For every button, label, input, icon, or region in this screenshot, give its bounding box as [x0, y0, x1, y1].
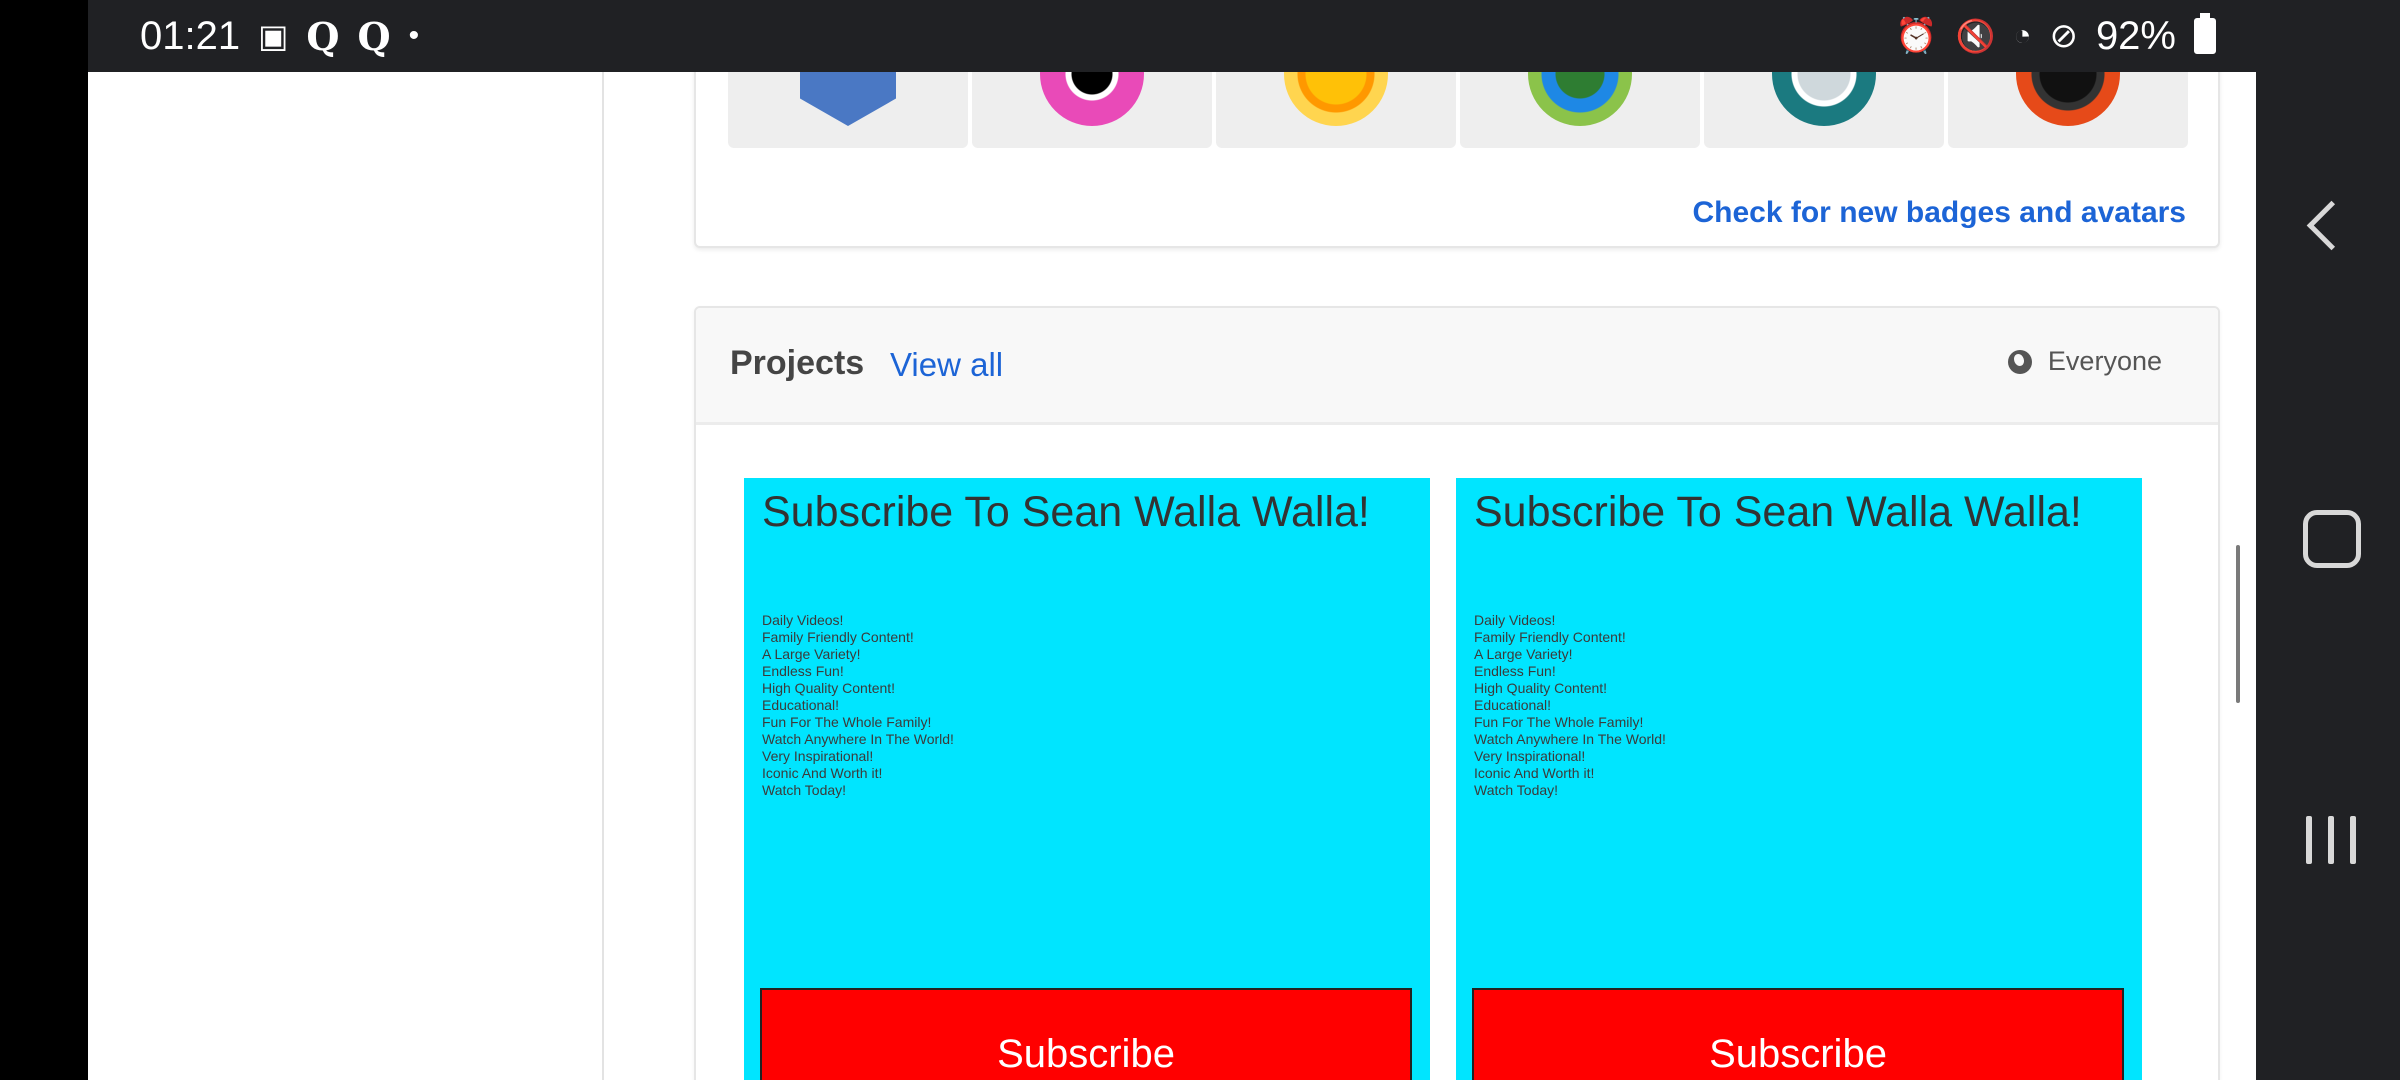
battery-percent: 92% — [2095, 13, 2176, 58]
project-thumbnail[interactable]: Subscribe To Sean Walla Walla! Daily Vid… — [744, 478, 1430, 1080]
projects-title: Projects — [730, 344, 865, 382]
globe-icon — [2007, 349, 2032, 374]
sun-badge-icon — [1284, 72, 1388, 126]
subscribe-button[interactable]: Subscribe — [1472, 988, 2124, 1080]
shield-badge-icon — [800, 72, 896, 126]
subscribe-button[interactable]: Subscribe — [760, 988, 1412, 1080]
sidebar — [88, 72, 604, 1080]
ring-badge-icon — [1040, 72, 1144, 126]
privacy-selector[interactable]: Everyone — [2007, 346, 2162, 377]
thumbnail-title: Subscribe To Sean Walla Walla! — [762, 488, 1370, 536]
badge-cell[interactable] — [1704, 72, 1944, 148]
recent-apps-icon[interactable] — [2306, 816, 2356, 864]
image-icon: ▣ — [258, 18, 289, 54]
globe-badge-icon — [1528, 72, 1632, 126]
badge-cell[interactable] — [1460, 72, 1700, 148]
badge-cell[interactable] — [1948, 72, 2188, 148]
left-bezel — [0, 0, 88, 1080]
back-icon[interactable] — [2306, 200, 2357, 251]
check-badges-link[interactable]: Check for new badges and avatars — [1692, 196, 2186, 230]
mute-icon: 🔇 — [1955, 18, 1996, 54]
status-time: 01:21 — [140, 13, 241, 58]
wifi-icon: ◔ — [2013, 19, 2032, 52]
quora-icon: Q — [306, 13, 340, 59]
projects-card: Projects View all Everyone Subscribe To … — [694, 306, 2220, 1080]
badge-strip — [728, 72, 2188, 148]
home-icon[interactable] — [2303, 510, 2361, 568]
badge-cell[interactable] — [728, 72, 968, 148]
status-bar: 01:21 ▣ Q Q • ⏰ 🔇 ◔ ⊘ 92% — [88, 0, 2256, 72]
badges-card: Check for new badges and avatars — [694, 72, 2220, 248]
privacy-label: Everyone — [2047, 346, 2162, 376]
do-not-disturb-icon: ⊘ — [2049, 17, 2078, 55]
quora-icon: Q — [357, 13, 391, 59]
badge-cell[interactable] — [972, 72, 1212, 148]
badge-cell[interactable] — [1216, 72, 1456, 148]
project-thumbnail[interactable]: Subscribe To Sean Walla Walla! Daily Vid… — [1456, 478, 2142, 1080]
main-content: Check for new badges and avatars Project… — [604, 72, 2256, 1080]
planet-badge-icon — [2016, 72, 2120, 126]
thumbnail-title: Subscribe To Sean Walla Walla! — [1474, 488, 2082, 536]
status-left: 01:21 ▣ Q Q • — [140, 0, 419, 72]
thumbnail-feature-list: Daily Videos! Family Friendly Content! A… — [762, 612, 954, 798]
view-all-link[interactable]: View all — [890, 346, 1003, 384]
moon-badge-icon — [1772, 72, 1876, 126]
alarm-icon: ⏰ — [1895, 17, 1938, 55]
thumbnail-feature-list: Daily Videos! Family Friendly Content! A… — [1474, 612, 1666, 798]
scrollbar-thumb[interactable] — [2236, 545, 2240, 703]
navigation-bar — [2256, 0, 2400, 1080]
projects-header: Projects View all Everyone — [696, 308, 2218, 425]
status-right: ⏰ 🔇 ◔ ⊘ 92% — [1895, 0, 2216, 72]
web-page: Check for new badges and avatars Project… — [88, 72, 2256, 1080]
dot-icon: • — [408, 19, 420, 52]
battery-icon — [2194, 13, 2216, 54]
